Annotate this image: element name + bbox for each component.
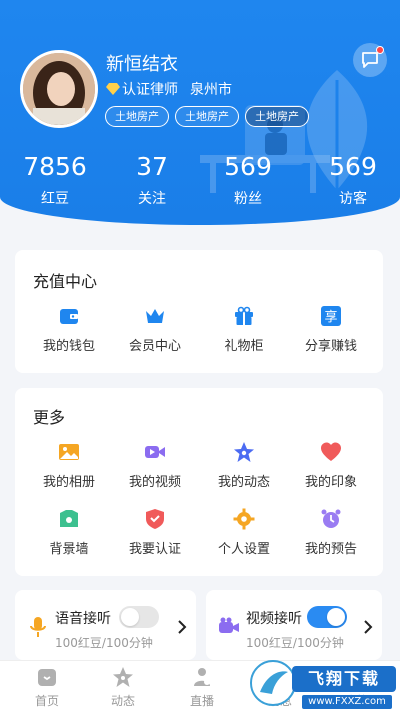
profile-header: 新恒结衣 认证律师 泉州市 土地房产 土地房产 土地房产 7856 红豆 37 …	[0, 0, 400, 225]
home-icon	[38, 669, 56, 686]
card-title: 充值中心	[33, 272, 98, 291]
heart-icon	[321, 442, 341, 461]
item-label: 我的相册	[42, 475, 95, 490]
tag-item[interactable]: 土地房产	[175, 106, 239, 127]
stat-visitors[interactable]: 569 访客	[308, 152, 398, 208]
stat-value: 7856	[23, 152, 87, 181]
certification-row: 认证律师 泉州市	[106, 79, 232, 99]
video-price: 100红豆/100分钟	[246, 636, 344, 650]
more-card: 更多 我的相册 我的视频 我的动态 我的印象 背景墙 我要认证 个人设置 我的预…	[15, 388, 383, 576]
wallet-item[interactable]: 我的钱包	[24, 305, 114, 354]
video-item[interactable]: 我的视频	[110, 441, 200, 490]
voice-title: 语音接听	[55, 611, 111, 627]
stat-label: 粉丝	[234, 191, 262, 207]
voice-toggle[interactable]	[119, 606, 159, 628]
gift-icon	[235, 306, 253, 325]
video-answer-card[interactable]: 视频接听 100红豆/100分钟	[206, 590, 382, 660]
certify-item[interactable]: 我要认证	[110, 508, 200, 557]
user-name: 新恒结衣	[106, 54, 178, 75]
watermark-url: www.FXXZ.com	[302, 695, 392, 709]
share-icon: 享	[321, 306, 341, 326]
settings-item[interactable]: 个人设置	[199, 508, 289, 557]
toggle-knob	[327, 608, 345, 626]
card-title: 更多	[33, 408, 66, 427]
stat-fans[interactable]: 569 粉丝	[203, 152, 293, 208]
tab-home[interactable]: 首页	[7, 666, 87, 709]
tag-list: 土地房产 土地房产 土地房产	[105, 106, 309, 127]
tag-item[interactable]: 土地房产	[245, 106, 309, 127]
voice-price: 100红豆/100分钟	[55, 636, 153, 650]
microphone-icon	[30, 617, 46, 637]
album-icon	[59, 444, 79, 460]
chevron-right-icon[interactable]	[362, 620, 374, 634]
tab-label: 首页	[34, 694, 59, 708]
watermark-title: 飞翔下载	[292, 666, 396, 692]
wallet-icon	[60, 309, 78, 324]
video-camera-icon	[219, 617, 239, 633]
message-button[interactable]	[353, 43, 387, 77]
video-icon	[145, 446, 165, 458]
gift-cabinet-item[interactable]: 礼物柜	[199, 305, 289, 354]
alarm-icon	[321, 509, 341, 528]
diamond-icon	[106, 83, 120, 95]
item-label: 礼物柜	[224, 339, 264, 354]
stat-label: 关注	[138, 191, 166, 207]
certify-icon	[146, 509, 164, 529]
item-label: 个人设置	[217, 542, 270, 557]
video-title: 视频接听	[246, 611, 302, 627]
preview-item[interactable]: 我的预告	[286, 508, 376, 557]
item-label: 我的印象	[304, 475, 357, 490]
avatar-photo-icon	[23, 53, 95, 125]
stat-value: 37	[136, 152, 168, 181]
watermark-logo: 飞翔下载 www.FXXZ.com	[250, 658, 400, 711]
wallpaper-item[interactable]: 背景墙	[24, 508, 114, 557]
item-label: 我的钱包	[42, 339, 95, 354]
bird-icon	[260, 671, 288, 694]
item-label: 我的动态	[217, 475, 270, 490]
moments-item[interactable]: 我的动态	[199, 441, 289, 490]
impression-item[interactable]: 我的印象	[286, 441, 376, 490]
city-label: 泉州市	[190, 82, 232, 98]
item-label: 分享赚钱	[304, 339, 357, 354]
tab-label: 直播	[189, 694, 214, 708]
chevron-right-icon[interactable]	[176, 620, 188, 634]
tag-item[interactable]: 土地房产	[105, 106, 169, 127]
stat-value: 569	[224, 152, 272, 181]
item-label: 背景墙	[49, 542, 89, 557]
watermark-emblem	[250, 660, 296, 706]
album-item[interactable]: 我的相册	[24, 441, 114, 490]
star-icon	[234, 442, 254, 462]
crown-icon	[146, 309, 164, 323]
share-earn-item[interactable]: 享 分享赚钱	[286, 305, 376, 354]
recharge-card: 充值中心 我的钱包 会员中心 礼物柜 享 分享赚钱	[15, 250, 383, 373]
wallpaper-icon	[60, 510, 78, 527]
stat-value: 569	[329, 152, 377, 181]
share-glyph: 享	[324, 309, 337, 325]
video-toggle[interactable]	[307, 606, 347, 628]
settings-icon	[233, 508, 255, 530]
stat-label: 红豆	[41, 191, 69, 207]
tab-label: 动态	[110, 694, 135, 708]
star-icon	[113, 667, 133, 687]
tab-live[interactable]: 直播	[162, 666, 242, 709]
toggle-knob	[121, 608, 139, 626]
vip-center-item[interactable]: 会员中心	[110, 305, 200, 354]
unread-dot	[376, 46, 384, 54]
tab-moments[interactable]: 动态	[83, 666, 163, 709]
live-icon	[194, 668, 210, 686]
item-label: 我的视频	[128, 475, 181, 490]
stat-following[interactable]: 37 关注	[107, 152, 197, 208]
item-label: 我要认证	[128, 542, 181, 557]
stat-hongdou[interactable]: 7856 红豆	[10, 152, 100, 208]
stat-label: 访客	[339, 191, 367, 207]
chat-bubble-icon	[362, 52, 378, 68]
voice-answer-card[interactable]: 语音接听 100红豆/100分钟	[15, 590, 196, 660]
item-label: 我的预告	[304, 542, 357, 557]
cert-label: 认证律师	[122, 82, 178, 98]
item-label: 会员中心	[128, 339, 181, 354]
avatar[interactable]	[20, 50, 98, 128]
